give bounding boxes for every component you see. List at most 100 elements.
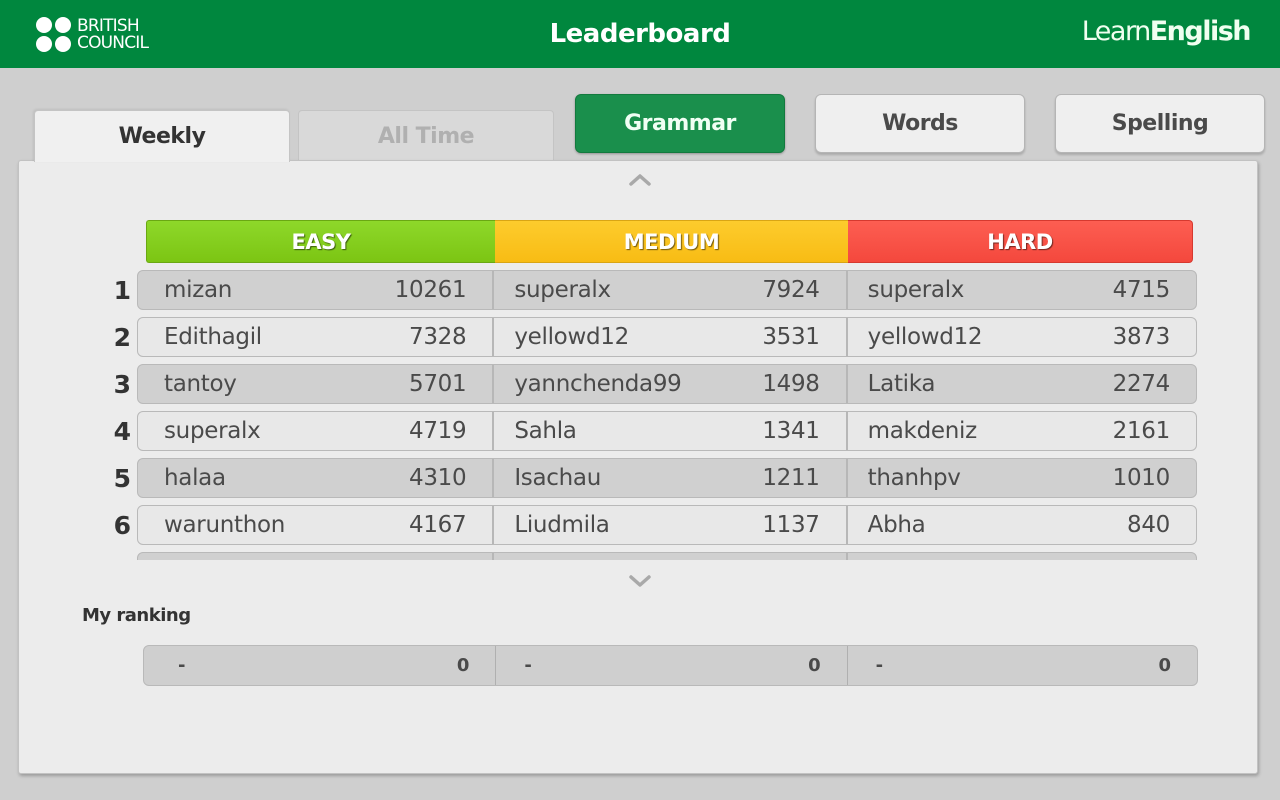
- spelling-button[interactable]: Spelling: [1055, 94, 1265, 153]
- player-name: mizan: [164, 277, 233, 303]
- player-name: yellowd12: [867, 324, 983, 350]
- grammar-button[interactable]: Grammar: [575, 94, 785, 153]
- player-score: 7924: [762, 277, 820, 303]
- player-score: 10261: [394, 277, 467, 303]
- table-row: 2 Edithagil 7328 yellowd12 3531 yellowd12 3…: [99, 317, 1199, 357]
- tab-all-time[interactable]: All Time: [298, 110, 554, 162]
- player-score: 7328: [408, 324, 467, 350]
- table-row: 4 superalx 4719 Sahla 1341 makdeniz 2161: [99, 411, 1199, 451]
- my-rank-score: 0: [1158, 655, 1171, 676]
- medium-cell: Sahla 1341: [492, 412, 845, 450]
- logo-learn: Learn: [1081, 16, 1151, 47]
- table-row-partial: 7: [99, 552, 1199, 560]
- player-name: Sahla: [514, 418, 577, 444]
- hard-cell: [845, 553, 1196, 560]
- app-header: BRITISH COUNCIL Leaderboard LearnEnglish: [0, 0, 1280, 68]
- difficulty-header: EASY MEDIUM HARD: [146, 220, 1193, 263]
- hard-cell: Abha 840: [845, 506, 1196, 544]
- words-button[interactable]: Words: [815, 94, 1025, 153]
- leaderboard-panel: EASY MEDIUM HARD 1 mizan 10261 superalx 79…: [18, 160, 1258, 774]
- player-score: 1137: [762, 512, 820, 538]
- hard-cell: Latika 2274: [845, 365, 1196, 403]
- player-score: 1211: [762, 465, 820, 491]
- player-score: 840: [1126, 512, 1170, 538]
- my-rank-score: 0: [808, 655, 821, 676]
- player-name: halaa: [164, 465, 226, 491]
- easy-cell: tantoy 5701: [138, 365, 492, 403]
- rank-number: 2: [113, 323, 131, 352]
- player-name: Liudmila: [514, 512, 610, 538]
- learnenglish-logo: LearnEnglish: [1081, 16, 1252, 47]
- medium-cell: superalx 7924: [492, 271, 845, 309]
- table-row: 1 mizan 10261 superalx 7924 superalx 4715: [99, 270, 1199, 310]
- player-score: 2274: [1112, 371, 1171, 397]
- player-score: 5701: [408, 371, 467, 397]
- my-hard-cell: -0: [846, 646, 1197, 685]
- medium-cell: [492, 553, 845, 560]
- easy-cell: Edithagil 7328: [138, 318, 492, 356]
- hard-cell: thanhpv 1010: [845, 459, 1196, 497]
- table-row: 5 halaa 4310 Isachau 1211 thanhpv 1010: [99, 458, 1199, 498]
- tab-weekly[interactable]: Weekly: [34, 110, 290, 162]
- medium-cell: yellowd12 3531: [492, 318, 845, 356]
- logo-english: English: [1149, 16, 1252, 47]
- player-name: Isachau: [514, 465, 601, 491]
- hard-cell: yellowd12 3873: [845, 318, 1196, 356]
- my-easy-cell: -0: [144, 646, 495, 685]
- my-ranking-label: My ranking: [82, 605, 191, 626]
- leaderboard-list[interactable]: 1 mizan 10261 superalx 7924 superalx 4715 2…: [99, 268, 1209, 560]
- player-name: makdeniz: [867, 418, 978, 444]
- player-name: superalx: [867, 277, 965, 303]
- brand-line-2: COUNCIL: [77, 32, 149, 53]
- british-council-logo: BRITISH COUNCIL: [36, 15, 149, 53]
- player-score: 4715: [1112, 277, 1171, 303]
- table-row: 6 warunthon 4167 Liudmila 1137 Abha 840: [99, 505, 1199, 545]
- medium-cell: Liudmila 1137: [492, 506, 845, 544]
- my-rank-name: -: [875, 655, 884, 676]
- my-rank-name: -: [524, 655, 532, 676]
- rank-number: 1: [113, 276, 131, 305]
- british-council-dots-icon: [36, 17, 71, 52]
- easy-cell: mizan 10261: [138, 271, 492, 309]
- rank-number: 7: [99, 558, 131, 560]
- player-score: 3873: [1112, 324, 1171, 350]
- brand-line-1: BRITISH: [77, 15, 140, 36]
- table-row: 3 tantoy 5701 yannchenda99 1498 Latika 2274: [99, 364, 1199, 404]
- player-score: 3531: [762, 324, 820, 350]
- player-score: 1010: [1112, 465, 1171, 491]
- player-score: 4310: [408, 465, 467, 491]
- player-score: 4167: [408, 512, 467, 538]
- player-name: Abha: [867, 512, 926, 538]
- my-rank-score: 0: [456, 655, 470, 676]
- player-name: thanhpv: [867, 465, 961, 491]
- player-score: 1498: [762, 371, 820, 397]
- player-name: Latika: [867, 371, 936, 397]
- chevron-down-icon[interactable]: [628, 573, 652, 589]
- player-name: superalx: [514, 277, 611, 303]
- player-name: Edithagil: [164, 324, 262, 350]
- difficulty-medium: MEDIUM: [495, 220, 848, 263]
- my-ranking-row: -0 -0 -0: [143, 645, 1198, 686]
- hard-cell: superalx 4715: [845, 271, 1196, 309]
- my-rank-name: -: [178, 655, 186, 676]
- player-name: warunthon: [164, 512, 286, 538]
- chevron-up-icon[interactable]: [628, 171, 652, 187]
- rank-number: 4: [113, 417, 131, 446]
- difficulty-hard: HARD: [848, 220, 1193, 263]
- easy-cell: warunthon 4167: [138, 506, 492, 544]
- rank-number: 6: [113, 511, 131, 540]
- rank-number: 5: [113, 464, 131, 493]
- easy-cell: [138, 553, 492, 560]
- player-name: yannchenda99: [514, 371, 682, 397]
- player-score: 2161: [1112, 418, 1171, 444]
- difficulty-easy: EASY: [146, 220, 495, 263]
- rank-number: 3: [113, 370, 131, 399]
- player-score: 4719: [408, 418, 467, 444]
- player-score: 1341: [762, 418, 820, 444]
- page-title: Leaderboard: [549, 19, 731, 49]
- player-name: superalx: [164, 418, 261, 444]
- player-name: tantoy: [164, 371, 237, 397]
- easy-cell: halaa 4310: [138, 459, 492, 497]
- my-medium-cell: -0: [495, 646, 846, 685]
- easy-cell: superalx 4719: [138, 412, 492, 450]
